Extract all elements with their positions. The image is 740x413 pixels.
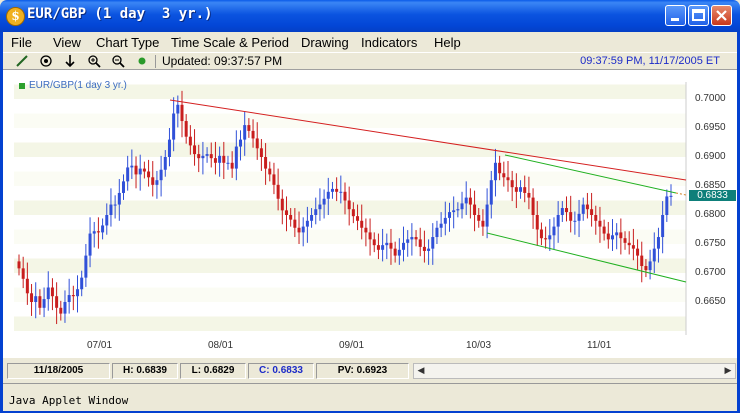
toolbar-separator — [155, 55, 156, 68]
x-tick-label: 10/03 — [466, 340, 492, 351]
chart-area[interactable] — [3, 70, 737, 358]
close-button[interactable] — [711, 5, 732, 26]
zoom-in-icon[interactable] — [87, 54, 101, 68]
menu-file[interactable]: File — [11, 35, 32, 50]
scroll-right-icon[interactable]: ▶ — [721, 364, 735, 378]
maximize-icon — [692, 9, 705, 21]
y-tick-label: 0.6650 — [695, 296, 726, 307]
menu-help[interactable]: Help — [434, 35, 461, 50]
minimize-button[interactable] — [665, 5, 686, 26]
applet-footer: Java Applet Window — [3, 383, 737, 411]
x-tick-label: 09/01 — [339, 340, 365, 351]
updated-time: Updated: 09:37:57 PM — [162, 54, 283, 68]
toolbar: Updated: 09:37:57 PM 09:37:59 PM, 11/17/… — [3, 52, 737, 70]
x-tick-label: 11/01 — [587, 340, 612, 351]
crosshair-icon[interactable] — [39, 54, 53, 68]
y-tick-label: 0.6900 — [695, 151, 726, 162]
status-low: L: 0.6829 — [180, 363, 246, 379]
y-tick-label: 0.6700 — [695, 267, 726, 278]
line-draw-icon[interactable] — [15, 54, 29, 68]
applet-window-label: Java Applet Window — [9, 394, 129, 407]
close-icon — [716, 10, 727, 21]
y-tick-label: 0.7000 — [695, 93, 726, 104]
status-date: 11/18/2005 — [7, 363, 110, 379]
app-logo-icon: $ — [6, 7, 25, 26]
green-dot-icon[interactable] — [135, 54, 149, 68]
last-price-tag: 0.6833 — [689, 190, 736, 201]
menu-bar: File View Chart Type Time Scale & Period… — [3, 32, 737, 52]
down-arrow-icon[interactable] — [63, 54, 77, 68]
zoom-out-icon[interactable] — [111, 54, 125, 68]
y-tick-label: 0.6750 — [695, 238, 726, 249]
legend-color-swatch — [19, 83, 25, 89]
chart-legend: EUR/GBP(1 day 3 yr.) — [29, 80, 127, 91]
status-pv: PV: 0.6923 — [316, 363, 409, 379]
y-tick-label: 0.6800 — [695, 209, 726, 220]
x-tick-label: 08/01 — [208, 340, 234, 351]
minimize-icon — [671, 18, 679, 21]
menu-view[interactable]: View — [53, 35, 81, 50]
status-close: C: 0.6833 — [248, 363, 314, 379]
scroll-left-icon[interactable]: ◀ — [414, 364, 428, 378]
title-bar[interactable]: $ EUR/GBP (1 day 3 yr.) — [0, 0, 740, 32]
menu-drawing[interactable]: Drawing — [301, 35, 349, 50]
menu-indicators[interactable]: Indicators — [361, 35, 417, 50]
y-tick-label: 0.6950 — [695, 122, 726, 133]
window-title: EUR/GBP (1 day 3 yr.) — [27, 6, 213, 22]
horizontal-scrollbar[interactable]: ◀ ▶ — [413, 363, 736, 379]
clock-label: 09:37:59 PM, 11/17/2005 ET — [580, 55, 720, 67]
menu-chart-type[interactable]: Chart Type — [96, 35, 159, 50]
status-high: H: 0.6839 — [112, 363, 178, 379]
menu-time-scale-period[interactable]: Time Scale & Period — [171, 35, 289, 50]
x-tick-label: 07/01 — [87, 340, 113, 351]
maximize-button[interactable] — [688, 5, 709, 26]
